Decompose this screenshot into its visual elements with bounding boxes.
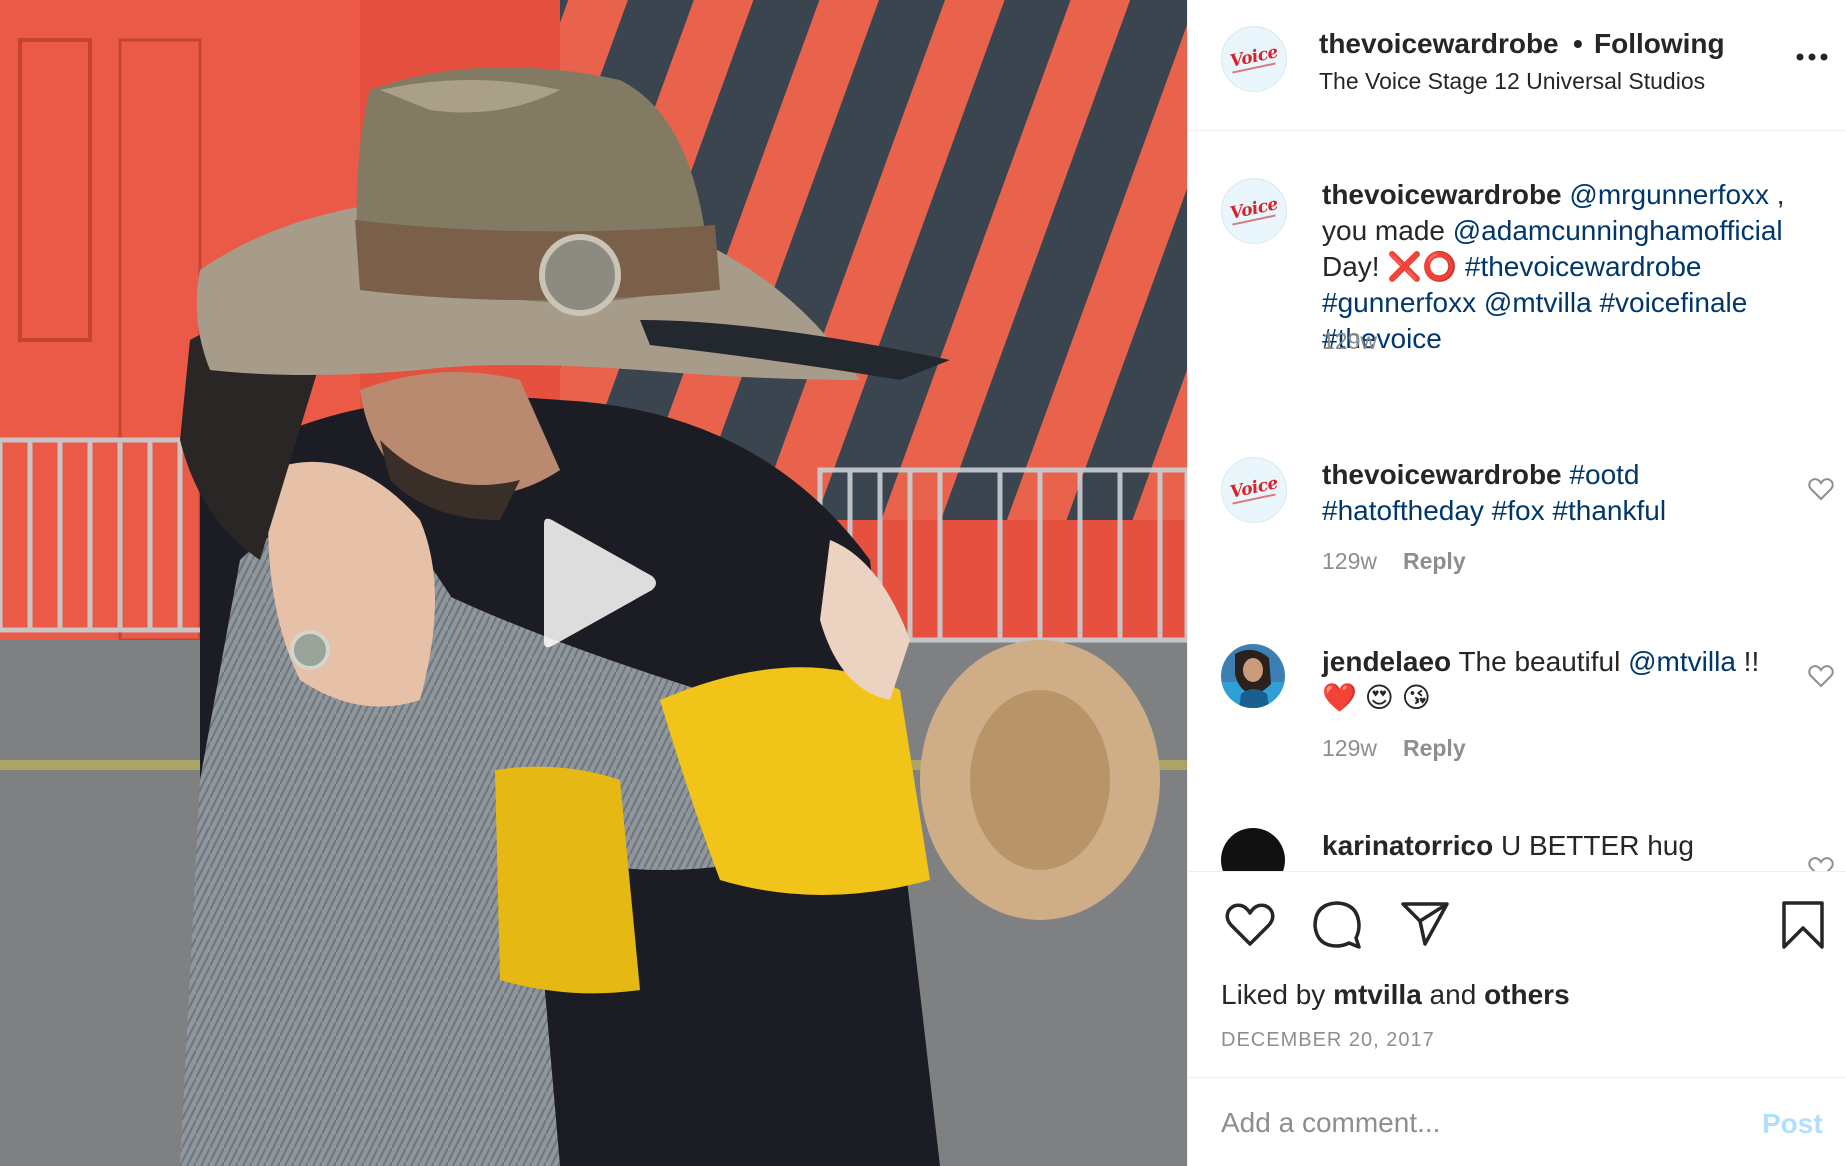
share-paper-plane-icon[interactable]	[1400, 900, 1450, 948]
post-actions: Liked by mtvilla and others DECEMBER 20,…	[1188, 871, 1846, 1081]
post-header: Voice thevoicewardrobe • Following The V…	[1188, 0, 1846, 131]
caption-username[interactable]: thevoicewardrobe	[1322, 179, 1562, 210]
like-comment-heart-icon[interactable]	[1808, 664, 1834, 688]
post-side-panel: Voice thevoicewardrobe • Following The V…	[1187, 0, 1846, 1166]
caption-time[interactable]: 129w	[1322, 328, 1377, 355]
hashtag-link[interactable]: #thevoicewardrobe	[1465, 251, 1702, 282]
comment-emoji: ❤️ 😍 😘	[1322, 682, 1431, 713]
commenter-username[interactable]: jendelaeo	[1322, 646, 1451, 677]
mention-link[interactable]: @mrgunnerfoxx	[1569, 179, 1769, 210]
post-comment-button[interactable]: Post	[1762, 1108, 1823, 1140]
caption-fragment: ,	[1769, 179, 1785, 210]
comment-text: jendelaeo The beautiful @mtvilla !! ❤️ 😍…	[1322, 644, 1807, 716]
post-date[interactable]: DECEMBER 20, 2017	[1221, 1029, 1435, 1052]
reply-button[interactable]: Reply	[1403, 548, 1466, 574]
commenter-username[interactable]: thevoicewardrobe	[1322, 459, 1562, 490]
post-location[interactable]: The Voice Stage 12 Universal Studios	[1319, 68, 1705, 95]
liked-by-user[interactable]: mtvilla	[1333, 979, 1422, 1010]
comment-text: thevoicewardrobe #ootd #hatoftheday #fox…	[1322, 457, 1807, 529]
xo-emoji: ❌⭕	[1387, 251, 1458, 282]
following-button[interactable]: Following	[1594, 28, 1725, 60]
commenter-photo	[1221, 644, 1285, 708]
caption-text: thevoicewardrobe @mrgunnerfoxx , you mad…	[1322, 177, 1807, 357]
more-options-icon[interactable]	[1792, 42, 1832, 72]
add-comment-bar: Post	[1188, 1077, 1846, 1166]
mention-link[interactable]: @mtvilla	[1628, 646, 1736, 677]
comment-meta: 129w Reply	[1322, 548, 1466, 575]
owner-username[interactable]: thevoicewardrobe	[1319, 28, 1559, 60]
commenter-avatar[interactable]	[1221, 828, 1285, 871]
commenter-avatar[interactable]: Voice	[1221, 457, 1287, 523]
add-comment-input[interactable]	[1221, 1100, 1741, 1146]
hashtag-link[interactable]: #ootd	[1569, 459, 1639, 490]
liked-by-others[interactable]: others	[1484, 979, 1570, 1010]
header-separator: •	[1573, 28, 1583, 59]
hashtag-link[interactable]: #hatoftheday	[1322, 495, 1484, 526]
commenter-username[interactable]: karinatorrico	[1322, 830, 1493, 861]
comment-fragment: !!	[1735, 646, 1760, 677]
owner-avatar[interactable]: Voice	[1221, 26, 1287, 92]
commenter-avatar[interactable]	[1221, 644, 1285, 708]
mention-link[interactable]: @mtvilla	[1484, 287, 1592, 318]
comment-time[interactable]: 129w	[1322, 548, 1377, 574]
hashtag-link[interactable]: #fox	[1492, 495, 1545, 526]
like-comment-heart-icon[interactable]	[1808, 477, 1834, 501]
post-video[interactable]	[0, 0, 1187, 1166]
caption-fragment: you made	[1322, 215, 1453, 246]
comment-fragment: U BETTER hug	[1500, 830, 1694, 861]
comment-meta: 129w Reply	[1322, 735, 1466, 762]
likes-summary: Liked by mtvilla and others	[1221, 979, 1570, 1011]
comment-text: karinatorrico U BETTER hug	[1322, 828, 1807, 864]
like-comment-heart-icon[interactable]	[1808, 856, 1834, 871]
likes-prefix: Liked by	[1221, 979, 1334, 1010]
hashtag-link[interactable]: #gunnerfoxx	[1322, 287, 1476, 318]
caption-fragment: Day!	[1322, 251, 1388, 282]
hashtag-link[interactable]: #voicefinale	[1599, 287, 1747, 318]
comment-fragment: The beautiful	[1458, 646, 1629, 677]
caption-avatar[interactable]: Voice	[1221, 178, 1287, 244]
play-icon[interactable]	[530, 516, 660, 650]
comment-time[interactable]: 129w	[1322, 735, 1377, 761]
hashtag-link[interactable]: #thankful	[1552, 495, 1666, 526]
mention-link[interactable]: @adamcunninghamofficial	[1453, 215, 1783, 246]
comment-bubble-icon[interactable]	[1312, 900, 1362, 950]
like-heart-icon[interactable]	[1225, 902, 1275, 948]
comments-list[interactable]: Voice thevoicewardrobe @mrgunnerfoxx , y…	[1188, 131, 1846, 871]
save-bookmark-icon[interactable]	[1781, 900, 1825, 950]
likes-and: and	[1421, 979, 1485, 1010]
reply-button[interactable]: Reply	[1403, 735, 1466, 761]
